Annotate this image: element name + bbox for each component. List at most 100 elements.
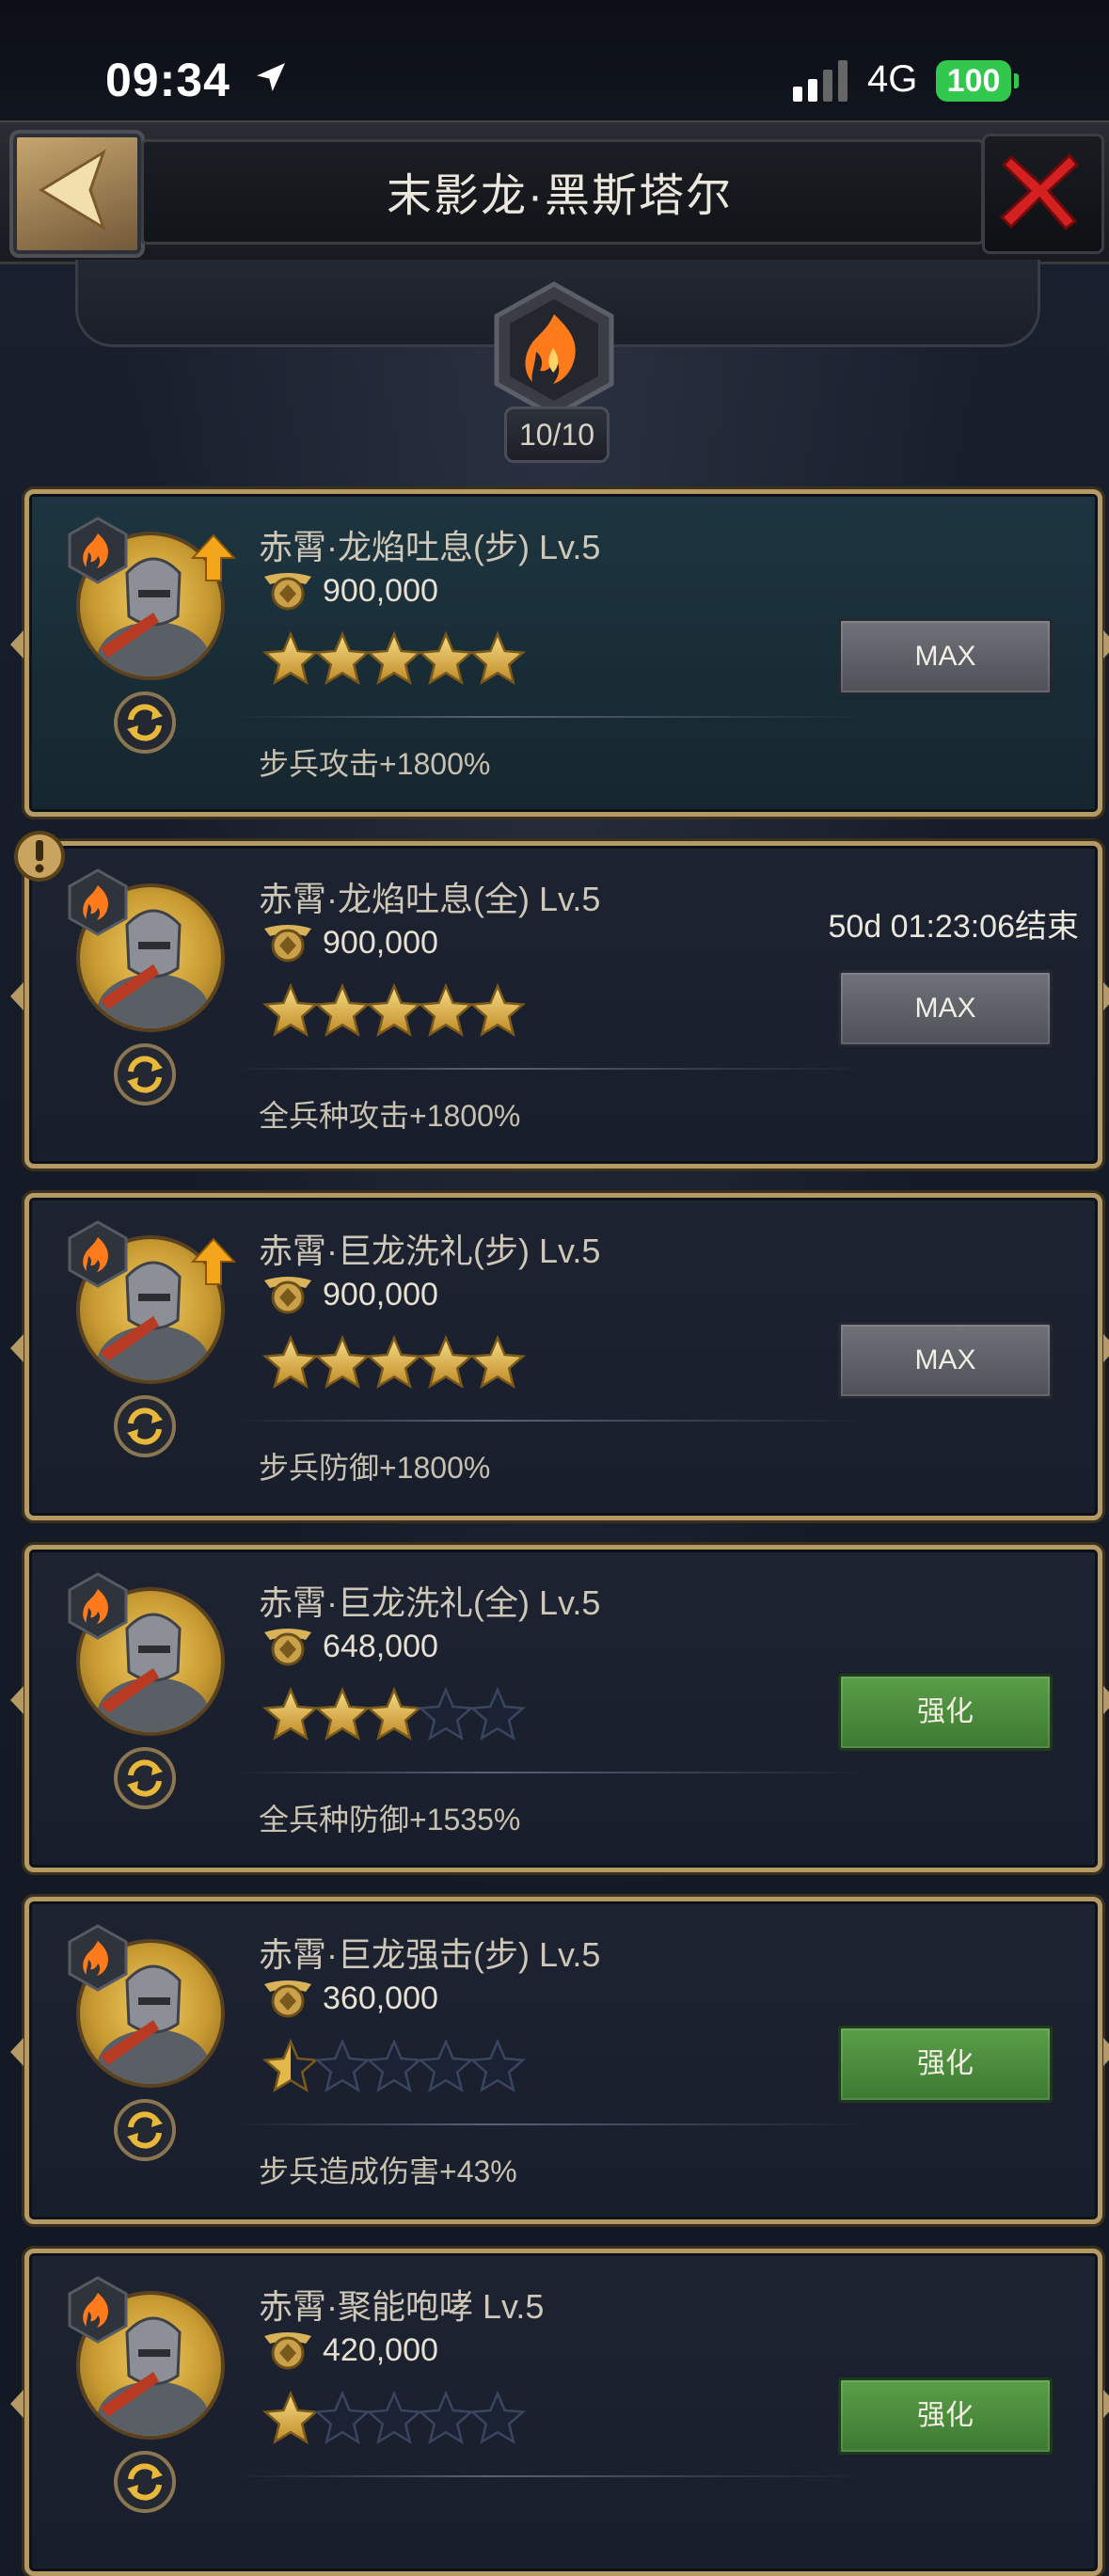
- flame-badge-icon: [68, 1572, 128, 1640]
- skill-card[interactable]: 赤霄·龙焰吐息(步) Lv.5 900,000 步兵攻击+1800% MAX: [10, 489, 1109, 817]
- skill-bonus: 步兵造成伤害+43%: [259, 2155, 517, 2188]
- skill-bonus: 步兵防御+1800%: [259, 1451, 491, 1485]
- skill-name: 赤霄·龙焰吐息(步) Lv.5: [259, 528, 601, 566]
- star-filled-icon: [262, 2391, 319, 2445]
- star-empty-icon: [366, 2039, 422, 2093]
- skill-avatar[interactable]: [67, 1572, 225, 1736]
- star-filled-icon: [418, 1335, 474, 1390]
- flame-badge-icon: [68, 868, 128, 936]
- star-filled-icon: [314, 1335, 371, 1390]
- title-bar: 末影龙·黑斯塔尔: [0, 120, 1109, 264]
- star-filled-icon: [262, 1335, 319, 1390]
- back-button[interactable]: [9, 130, 145, 258]
- star-empty-icon: [366, 2391, 422, 2445]
- power-emblem-icon: [264, 1277, 311, 1314]
- flame-badge-icon: [68, 517, 128, 584]
- location-arrow-icon: [257, 63, 285, 91]
- divider: [232, 1068, 872, 1070]
- flame-badge-icon: [68, 1924, 128, 1992]
- power-emblem-icon: [264, 1629, 311, 1666]
- refresh-icon[interactable]: [112, 1745, 178, 1811]
- star-empty-icon: [469, 2391, 526, 2445]
- skill-card[interactable]: 赤霄·龙焰吐息(全) Lv.5 900,000 全兵种攻击+1800% 50d 0…: [10, 831, 1109, 1169]
- refresh-icon[interactable]: [112, 1393, 178, 1459]
- power-value: 648,000: [323, 1629, 438, 1664]
- enhance-button[interactable]: 强化: [838, 2026, 1053, 2103]
- close-icon: [999, 152, 1080, 231]
- star-filled-icon: [469, 1335, 526, 1390]
- back-arrow-icon: [39, 149, 106, 231]
- skill-name: 赤霄·巨龙强击(步) Lv.5: [259, 1935, 601, 1974]
- star-empty-icon: [418, 2391, 474, 2445]
- skill-avatar[interactable]: [67, 517, 236, 680]
- max-button[interactable]: MAX: [838, 970, 1053, 1047]
- power-emblem-icon: [264, 573, 311, 611]
- star-rating: [262, 983, 535, 1040]
- star-empty-icon: [469, 1687, 526, 1741]
- max-button[interactable]: MAX: [838, 1322, 1053, 1399]
- alert-icon[interactable]: [12, 829, 67, 883]
- star-empty-icon: [418, 1687, 474, 1741]
- star-filled-icon: [469, 631, 526, 686]
- divider: [232, 716, 872, 718]
- star-empty-icon: [418, 2039, 474, 2093]
- upgrade-arrow-icon: [191, 1237, 236, 1285]
- star-filled-icon: [366, 1335, 422, 1390]
- skill-avatar[interactable]: [67, 1924, 225, 2088]
- close-button[interactable]: [982, 134, 1104, 254]
- skill-card[interactable]: 赤霄·巨龙洗礼(全) Lv.5 648,000 全兵种防御+1535% 强化: [10, 1545, 1109, 1872]
- flame-badge-icon: [68, 1220, 128, 1288]
- star-empty-icon: [314, 2391, 371, 2445]
- battery-icon: 100: [936, 60, 1019, 102]
- refresh-icon[interactable]: [112, 2097, 178, 2163]
- enhance-button[interactable]: 强化: [838, 1674, 1053, 1751]
- star-filled-icon: [418, 631, 474, 686]
- star-filled-icon: [314, 1687, 371, 1741]
- power-value: 360,000: [323, 1980, 438, 2016]
- skill-name: 赤霄·聚能咆哮 Lv.5: [259, 2287, 545, 2326]
- skill-card[interactable]: 赤霄·巨龙强击(步) Lv.5 360,000 步兵造成伤害+43% 强化: [10, 1897, 1109, 2224]
- skill-card[interactable]: 赤霄·巨龙洗礼(步) Lv.5 900,000 步兵防御+1800% MAX: [10, 1193, 1109, 1520]
- divider: [232, 2123, 872, 2125]
- skill-avatar[interactable]: [67, 868, 225, 1032]
- star-filled-icon: [366, 1687, 422, 1741]
- page-title: 末影龙·黑斯塔尔: [387, 171, 733, 221]
- enhance-button[interactable]: 强化: [838, 2377, 1053, 2455]
- star-rating: [262, 1335, 535, 1391]
- star-filled-icon: [418, 983, 474, 1038]
- power-emblem-icon: [264, 2332, 311, 2370]
- star-filled-icon: [262, 631, 319, 686]
- star-rating: [262, 2039, 535, 2095]
- skill-name: 赤霄·龙焰吐息(全) Lv.5: [259, 880, 601, 918]
- power-emblem-icon: [264, 1980, 311, 2018]
- star-filled-icon: [262, 1687, 319, 1741]
- star-filled-icon: [469, 983, 526, 1038]
- power-value: 900,000: [323, 925, 438, 961]
- star-empty-icon: [469, 2039, 526, 2093]
- divider: [232, 2475, 872, 2477]
- skill-bonus: 全兵种防御+1535%: [259, 1803, 521, 1837]
- status-time: 09:34: [105, 54, 230, 106]
- divider: [232, 1772, 872, 1773]
- divider: [232, 1420, 872, 1422]
- star-empty-icon: [314, 2039, 371, 2093]
- skill-card[interactable]: 赤霄·聚能咆哮 Lv.5 420,000 强化: [10, 2249, 1109, 2576]
- star-rating: [262, 2391, 535, 2447]
- max-button[interactable]: MAX: [838, 618, 1053, 695]
- network-label: 4G: [867, 58, 918, 100]
- star-filled-icon: [262, 983, 319, 1038]
- skill-name: 赤霄·巨龙洗礼(全) Lv.5: [259, 1583, 601, 1622]
- skill-name: 赤霄·巨龙洗礼(步) Lv.5: [259, 1232, 601, 1270]
- power-value: 420,000: [323, 2332, 438, 2368]
- skill-avatar[interactable]: [67, 1220, 236, 1384]
- refresh-icon[interactable]: [112, 2449, 178, 2515]
- star-filled-icon: [366, 631, 422, 686]
- power-emblem-icon: [264, 925, 311, 962]
- star-rating: [262, 1687, 535, 1743]
- skill-bonus: 全兵种攻击+1800%: [259, 1099, 521, 1133]
- skill-avatar[interactable]: [67, 2276, 225, 2440]
- refresh-icon[interactable]: [112, 1042, 178, 1107]
- refresh-icon[interactable]: [112, 690, 178, 755]
- upgrade-arrow-icon: [191, 533, 236, 581]
- progress-counter: 10/10: [504, 406, 610, 463]
